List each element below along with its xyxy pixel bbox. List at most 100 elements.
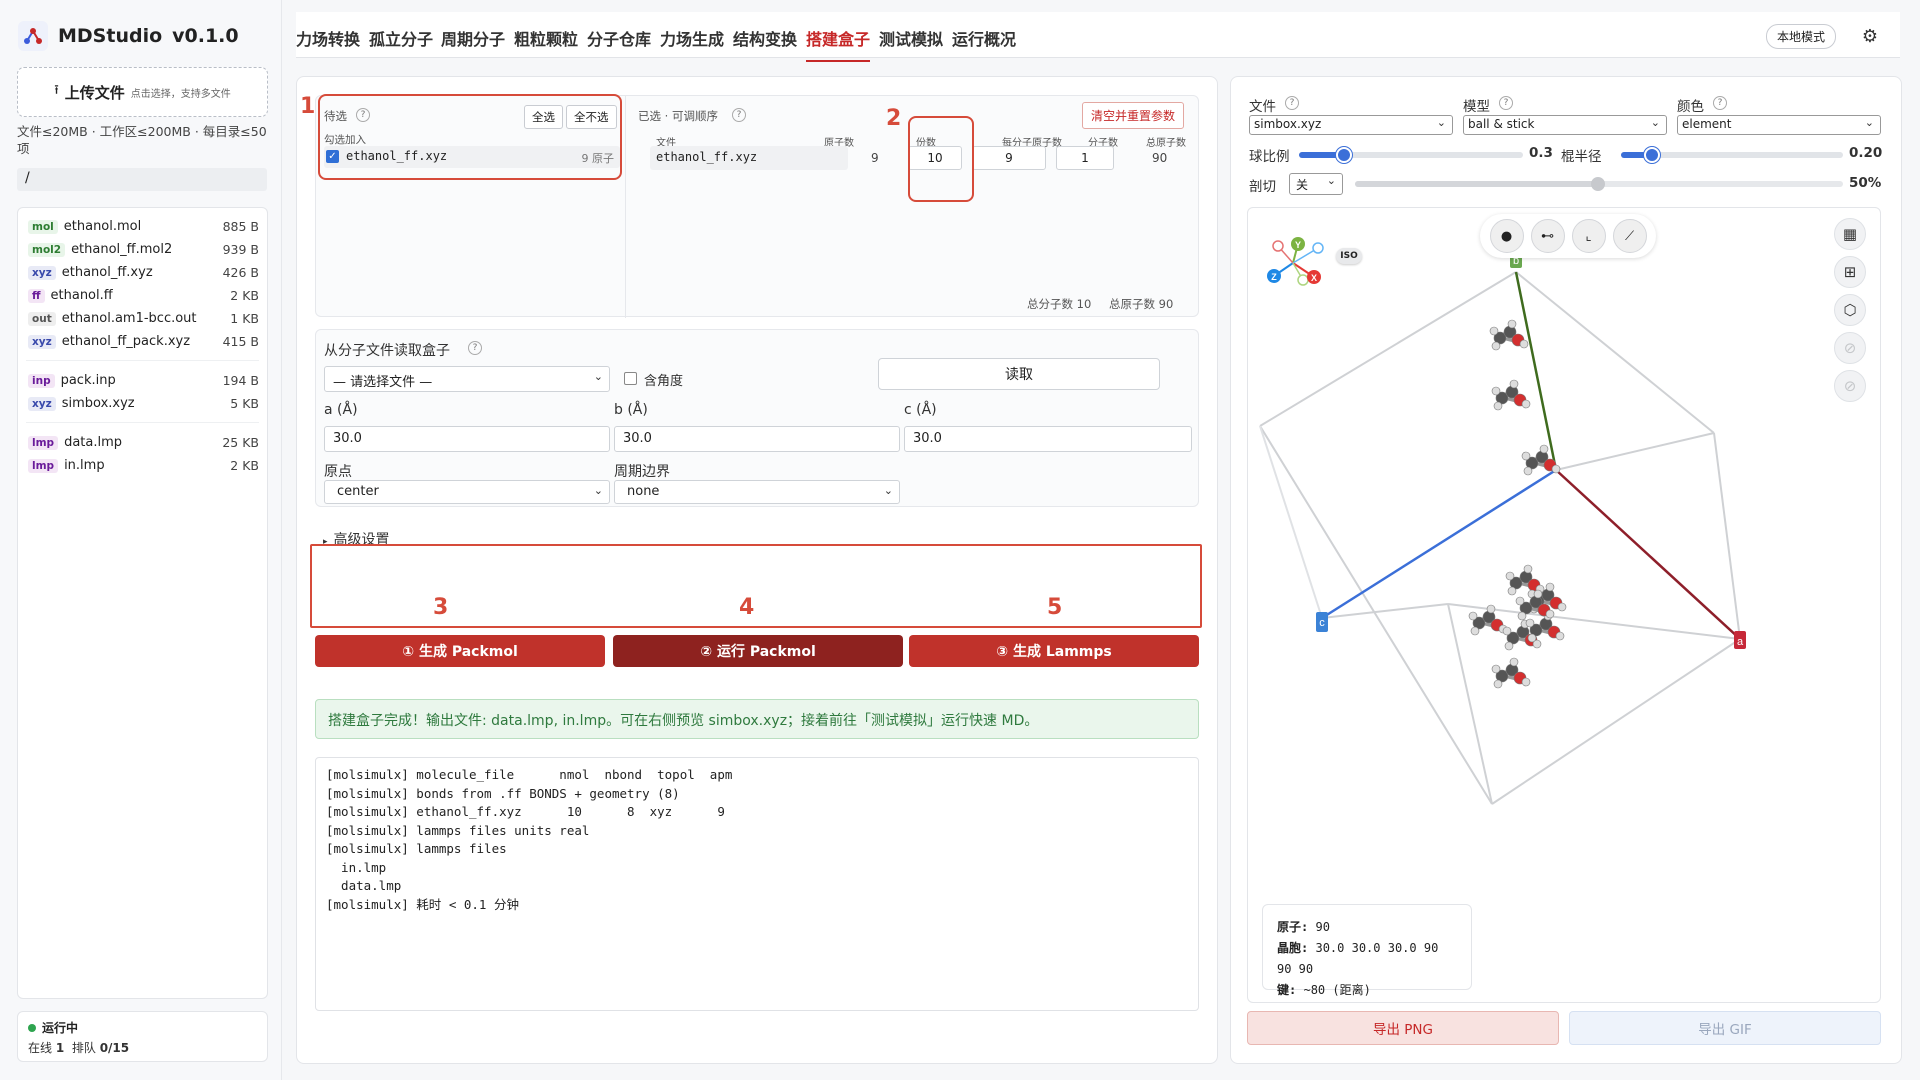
a-input[interactable]: 30.0 <box>324 426 610 452</box>
annotation-number-5: 5 <box>1047 595 1063 620</box>
file-help-icon[interactable]: ? <box>1285 96 1299 110</box>
model-help-icon[interactable]: ? <box>1499 96 1513 110</box>
file-item[interactable]: xyz simbox.xyz 5 KB <box>18 392 267 415</box>
upload-icon: ⭱ <box>54 83 59 98</box>
gizmo-z-label: Z <box>1271 272 1277 282</box>
ball-scale-knob[interactable] <box>1335 147 1352 163</box>
ball-scale-label: 球比例 <box>1249 149 1290 165</box>
include-angle-checkbox[interactable] <box>624 372 637 385</box>
include-angle-label: 含角度 <box>644 374 684 389</box>
file-item[interactable]: inp pack.inp 194 B <box>18 369 267 392</box>
file-size: 1 KB <box>230 311 259 326</box>
export-png-button[interactable]: 导出 PNG <box>1247 1011 1559 1045</box>
tab-0[interactable]: 力场转换 <box>296 26 360 60</box>
a-label: a (Å) <box>324 402 358 418</box>
top-nav: 力场转换 孤立分子 周期分子 粗粒颗粒 分子仓库 力场生成 结构变换 搭建盒子 测试模拟 运行概况… <box>296 12 1900 62</box>
log-line: in.lmp <box>326 859 387 875</box>
generate-packmol-button[interactable]: ① 生成 Packmol <box>315 635 605 667</box>
settings-gear-icon[interactable]: ⚙ <box>1862 26 1878 47</box>
selected-title: 已选 · 可调顺序 <box>638 109 718 123</box>
file-item[interactable]: out ethanol.am1-bcc.out 1 KB <box>18 307 267 330</box>
tab-2[interactable]: 周期分子 <box>441 26 505 60</box>
c-input[interactable]: 30.0 <box>904 426 1192 452</box>
reset-button[interactable]: 清空并重置参数 <box>1082 102 1185 129</box>
file-group-divider <box>26 353 259 361</box>
file-item[interactable]: mol ethanol.mol 885 B <box>18 215 267 238</box>
upload-button[interactable]: ⭱ 上传文件 点击选择，支持多文件 <box>17 67 268 117</box>
file-list: mol ethanol.mol 885 B mol2 ethanol_ff.mol2 93… <box>17 207 268 999</box>
tab-8[interactable]: 测试模拟 <box>879 26 943 60</box>
chevron-down-icon: ⌄ <box>1650 116 1660 129</box>
structure-canvas[interactable]: Y Z X b a c ISO ● ⊷ ⌞ ⟋ ▦ ⊞ ⬡ ⊘ ⊘ 原子: 90… <box>1247 207 1881 1003</box>
pbc-select[interactable]: none ⌄ <box>614 480 900 504</box>
grid-icon[interactable]: ⊞ <box>1834 256 1866 288</box>
local-mode-button[interactable]: 本地模式 <box>1765 24 1836 49</box>
structure-render[interactable]: Y Z X b a c <box>1248 208 1881 1003</box>
stick-radius-slider[interactable] <box>1621 147 1843 163</box>
export-gif-button[interactable]: 导出 GIF <box>1569 1011 1881 1045</box>
origin-select[interactable]: center ⌄ <box>324 480 610 504</box>
file-size: 939 B <box>222 242 259 257</box>
molecules <box>1468 319 1567 689</box>
viewer-file-value: simbox.xyz <box>1254 117 1322 131</box>
chevron-down-icon: ⌄ <box>883 484 893 497</box>
clip-knob[interactable] <box>1591 177 1605 191</box>
file-item[interactable]: xyz ethanol_ff_pack.xyz 415 B <box>18 330 267 353</box>
perspective-icon[interactable]: ▦ <box>1834 218 1866 250</box>
online-label: 在线 <box>28 1041 53 1055</box>
tab-1[interactable]: 孤立分子 <box>369 26 433 60</box>
generate-lammps-button[interactable]: ③ 生成 Lammps <box>909 635 1199 667</box>
tab-7[interactable]: 搭建盒子 <box>806 26 871 62</box>
file-name: ethanol.mol <box>63 219 142 234</box>
tab-9[interactable]: 运行概况 <box>952 26 1016 60</box>
angle-mode-icon[interactable]: ⌞ <box>1571 219 1606 253</box>
pbc-select-value: none <box>627 484 660 499</box>
clip-slider[interactable] <box>1355 177 1843 191</box>
file-item[interactable]: lmp data.lmp 25 KB <box>18 431 267 454</box>
file-item[interactable]: mol2 ethanol_ff.mol2 939 B <box>18 238 267 261</box>
viewer-model-select[interactable]: ball & stick ⌄ <box>1463 115 1667 135</box>
file-name: simbox.xyz <box>61 396 135 411</box>
atoms-per-mol-input[interactable]: 9 <box>972 146 1046 170</box>
iso-view-button[interactable]: ISO <box>1336 248 1362 264</box>
ball-scale-slider[interactable] <box>1299 147 1523 163</box>
cube-icon[interactable]: ⬡ <box>1834 294 1866 326</box>
file-size: 5 KB <box>230 396 259 411</box>
success-message: 搭建盒子完成！输出文件: data.lmp, in.lmp。可在右侧预览 sim… <box>315 699 1199 739</box>
clip-select[interactable]: 关 ⌄ <box>1289 173 1343 195</box>
axis-gizmo[interactable]: Y Z X <box>1267 237 1324 286</box>
box-file-select[interactable]: — 请选择文件 — ⌄ <box>324 366 610 392</box>
online-count: 1 <box>55 1041 65 1055</box>
file-name: ethanol_ff.xyz <box>61 265 153 280</box>
file-item[interactable]: xyz ethanol_ff.xyz 426 B <box>18 261 267 284</box>
hide-labels-icon[interactable]: ⊘ <box>1834 370 1866 402</box>
atom-mode-icon[interactable]: ● <box>1489 219 1524 253</box>
read-button[interactable]: 读取 <box>878 358 1160 390</box>
b-input[interactable]: 30.0 <box>614 426 900 452</box>
color-help-icon[interactable]: ? <box>1713 96 1727 110</box>
tab-6[interactable]: 结构变换 <box>733 26 797 60</box>
selected-help-icon[interactable]: ? <box>732 108 746 122</box>
file-item[interactable]: ff ethanol.ff 2 KB <box>18 284 267 307</box>
selected-row-file[interactable]: ethanol_ff.xyz <box>650 146 848 170</box>
current-path[interactable]: / <box>17 168 267 191</box>
atoms-info-label: 原子: <box>1277 920 1309 934</box>
tab-5[interactable]: 力场生成 <box>660 26 724 60</box>
molecule <box>1489 319 1529 351</box>
mol-count-input[interactable]: 1 <box>1056 146 1114 170</box>
file-name: in.lmp <box>64 458 105 473</box>
hide-atoms-icon[interactable]: ⊘ <box>1834 332 1866 364</box>
dihedral-mode-icon[interactable]: ⟋ <box>1612 219 1647 253</box>
viewer-color-select[interactable]: element ⌄ <box>1677 115 1881 135</box>
run-packmol-button[interactable]: ② 运行 Packmol <box>613 635 903 667</box>
tab-3[interactable]: 粗粒颗粒 <box>514 26 578 60</box>
tab-4[interactable]: 分子仓库 <box>587 26 651 60</box>
viewer-file-select[interactable]: simbox.xyz ⌄ <box>1249 115 1453 135</box>
file-type-badge: xyz <box>28 265 56 280</box>
log-line: [molsimulx] ethanol_ff.xyz 10 8 xyz 9 <box>326 804 725 819</box>
molecule <box>1491 657 1531 689</box>
box-help-icon[interactable]: ? <box>468 341 482 355</box>
bond-mode-icon[interactable]: ⊷ <box>1530 219 1565 253</box>
stick-radius-knob[interactable] <box>1644 147 1661 163</box>
file-item[interactable]: lmp in.lmp 2 KB <box>18 454 267 477</box>
